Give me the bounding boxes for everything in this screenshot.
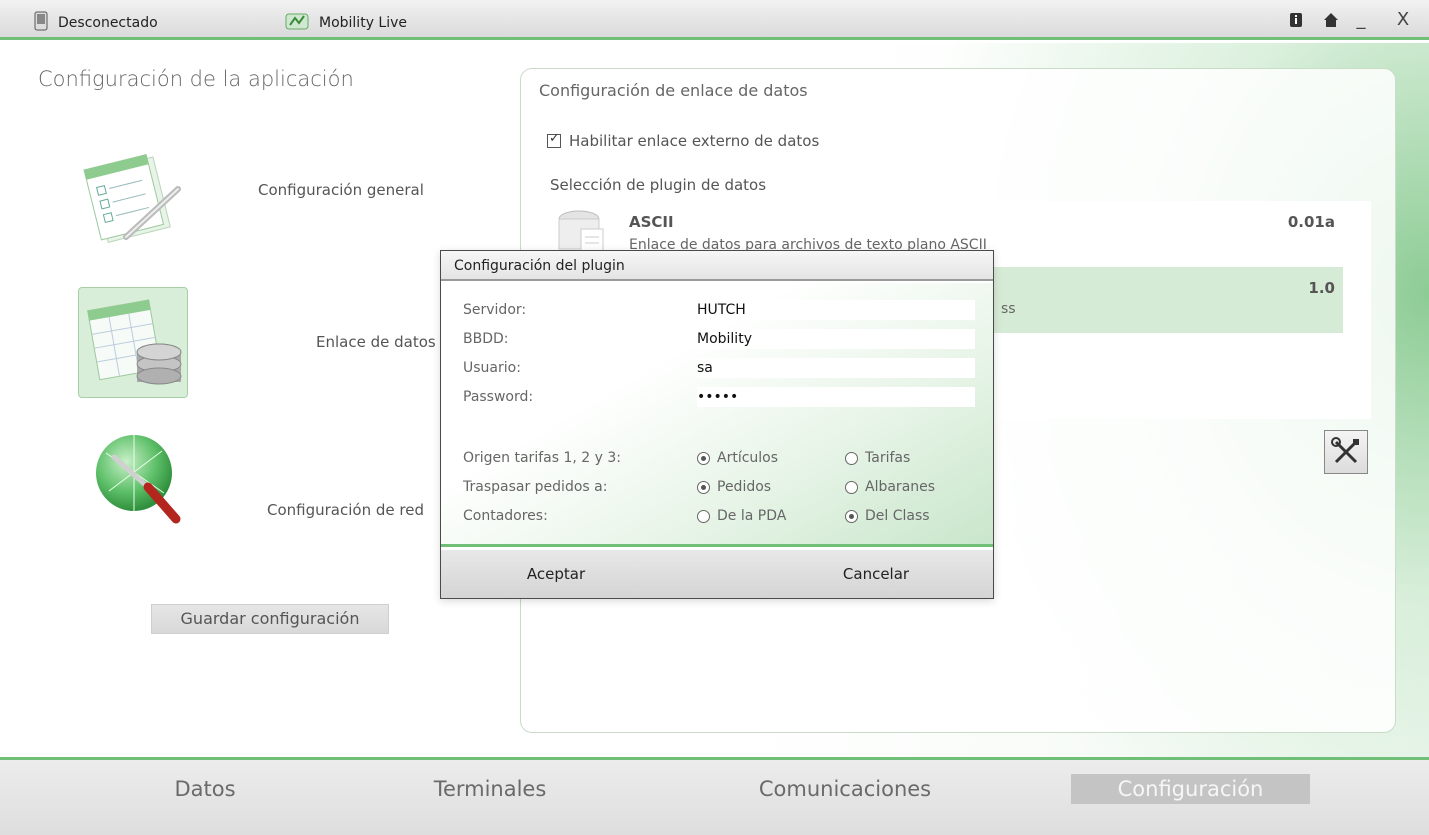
radio-label: Del Class bbox=[865, 508, 930, 524]
counters-pda[interactable]: De la PDA bbox=[697, 508, 786, 524]
radio-button[interactable] bbox=[697, 451, 710, 465]
tools-icon bbox=[1325, 437, 1367, 477]
radio-button[interactable] bbox=[845, 480, 858, 494]
tab-comunicaciones[interactable]: Comunicaciones bbox=[740, 774, 950, 804]
close-button[interactable]: X bbox=[1392, 8, 1414, 32]
dialog-title: Configuración del plugin bbox=[441, 251, 993, 281]
database-input[interactable] bbox=[697, 329, 975, 349]
enable-external-link-label: Habilitar enlace externo de datos bbox=[569, 132, 820, 150]
connection-status-text: Desconectado bbox=[58, 15, 158, 31]
phone-icon bbox=[34, 11, 48, 35]
nav-item-data-link[interactable]: Enlace de datos bbox=[70, 283, 450, 403]
dialog-footer: Aceptar Cancelar bbox=[441, 550, 993, 598]
database-spreadsheet-icon bbox=[78, 287, 188, 398]
dialog-body: Servidor: BBDD: Usuario: Password: Orige… bbox=[441, 283, 993, 547]
server-label: Servidor: bbox=[463, 302, 527, 318]
page-title: Configuración de la aplicación bbox=[38, 67, 354, 91]
radio-label: Albaranes bbox=[865, 479, 936, 495]
counters-class[interactable]: Del Class bbox=[845, 508, 930, 524]
plugin-description: ss bbox=[1001, 301, 1016, 317]
counters-label: Contadores: bbox=[463, 508, 548, 524]
radio-button[interactable] bbox=[697, 509, 710, 523]
user-label: Usuario: bbox=[463, 360, 521, 376]
radio-label: De la PDA bbox=[717, 508, 787, 524]
nav-label-general-config: Configuración general bbox=[258, 181, 424, 199]
accept-button[interactable]: Aceptar bbox=[441, 550, 671, 598]
enable-external-link-checkbox[interactable] bbox=[547, 131, 561, 148]
nav-item-network-config[interactable]: Configuración de red bbox=[70, 413, 450, 533]
tab-terminales[interactable]: Terminales bbox=[410, 774, 570, 804]
plugin-version: 1.0 bbox=[1308, 279, 1335, 297]
password-input[interactable] bbox=[697, 387, 975, 407]
radio-label: Tarifas bbox=[865, 450, 911, 466]
plugin-settings-button[interactable] bbox=[1324, 430, 1368, 474]
plugin-name: ASCII bbox=[629, 213, 674, 231]
transfer-orders-pedidos[interactable]: Pedidos bbox=[697, 479, 771, 495]
radio-label: Pedidos bbox=[717, 479, 772, 495]
radio-button[interactable] bbox=[697, 480, 710, 494]
transfer-orders-label: Traspasar pedidos a: bbox=[463, 479, 608, 495]
user-input[interactable] bbox=[697, 358, 975, 378]
price-origin-label: Origen tarifas 1, 2 y 3: bbox=[463, 450, 621, 466]
checklist-icon bbox=[78, 149, 188, 249]
tab-configuracion[interactable]: Configuración bbox=[1071, 774, 1310, 804]
radio-button[interactable] bbox=[845, 451, 858, 465]
nav-item-general-config[interactable]: Configuración general bbox=[70, 143, 450, 263]
plugin-version: 0.01a bbox=[1287, 213, 1335, 231]
nav-label-data-link: Enlace de datos bbox=[316, 333, 436, 351]
connection-status: Desconectado bbox=[34, 11, 158, 35]
mobility-live-icon bbox=[285, 11, 309, 35]
nav-label-network-config: Configuración de red bbox=[267, 501, 424, 519]
radio-button[interactable] bbox=[845, 509, 858, 523]
plugin-selection-label: Selección de plugin de datos bbox=[550, 176, 767, 194]
app-name: Mobility Live bbox=[285, 11, 407, 35]
bottom-nav: Datos Terminales Comunicaciones Configur… bbox=[0, 757, 1429, 835]
plugin-config-dialog: Configuración del plugin Servidor: BBDD:… bbox=[440, 250, 994, 599]
save-config-button[interactable]: Guardar configuración bbox=[151, 604, 389, 634]
price-origin-articulos[interactable]: Artículos bbox=[697, 450, 778, 466]
panel-title: Configuración de enlace de datos bbox=[539, 81, 808, 100]
network-tools-icon bbox=[84, 423, 194, 537]
server-input[interactable] bbox=[697, 300, 975, 320]
database-label: BBDD: bbox=[463, 331, 509, 347]
cancel-button[interactable]: Cancelar bbox=[761, 550, 991, 598]
app-name-text: Mobility Live bbox=[319, 15, 408, 31]
minimize-button[interactable]: _ bbox=[1350, 8, 1372, 32]
enable-external-link-row[interactable]: Habilitar enlace externo de datos bbox=[547, 131, 820, 150]
tab-datos[interactable]: Datos bbox=[130, 774, 280, 804]
info-icon[interactable] bbox=[1285, 8, 1307, 32]
transfer-orders-albaranes[interactable]: Albaranes bbox=[845, 479, 935, 495]
password-label: Password: bbox=[463, 389, 534, 405]
radio-label: Artículos bbox=[717, 450, 779, 466]
title-bar: Desconectado Mobility Live _ X bbox=[0, 0, 1429, 40]
price-origin-tarifas[interactable]: Tarifas bbox=[845, 450, 910, 466]
home-icon[interactable] bbox=[1320, 8, 1342, 32]
